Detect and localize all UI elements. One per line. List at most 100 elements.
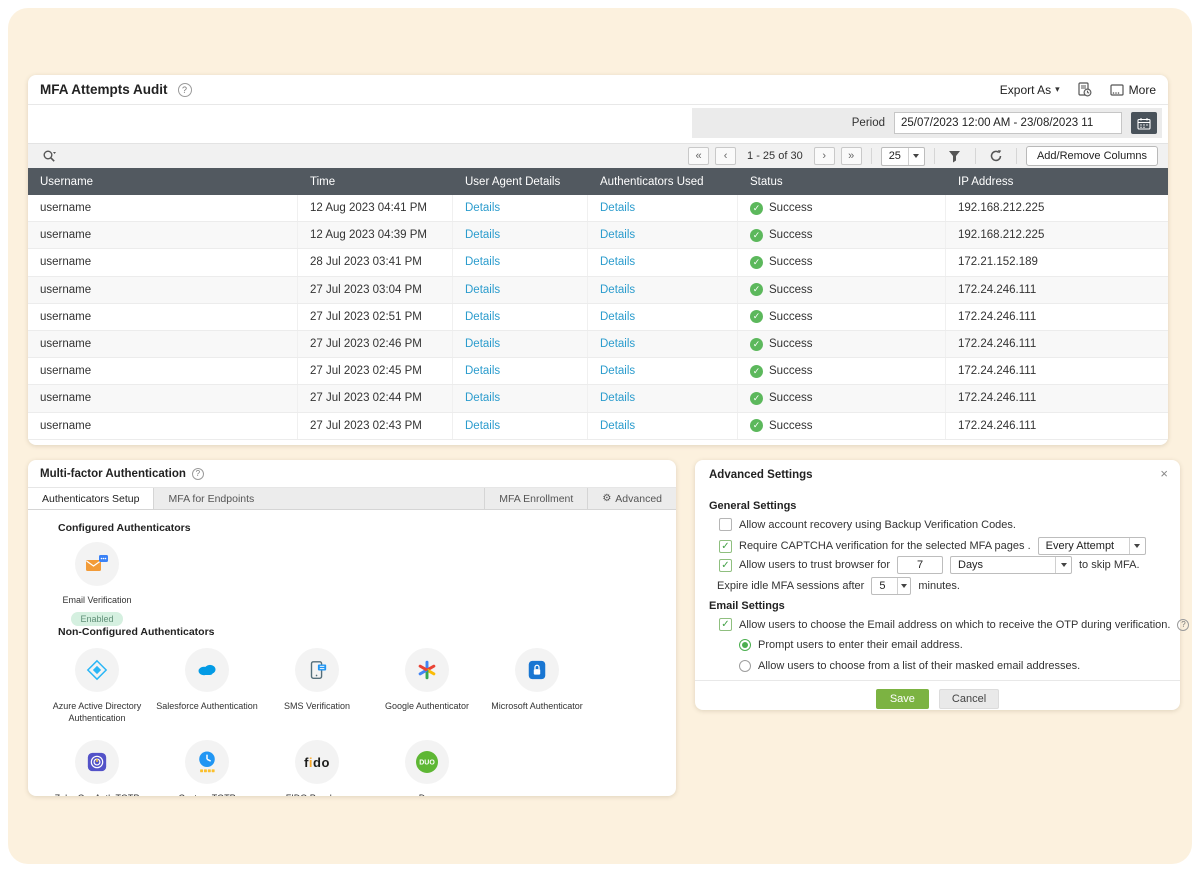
tab-advanced[interactable]: ⚙ Advanced — [587, 488, 676, 509]
cell-status: Success — [738, 195, 946, 221]
add-remove-columns-button[interactable]: Add/Remove Columns — [1026, 146, 1158, 166]
authenticators-used-details-link[interactable]: Details — [600, 256, 635, 268]
user-agent-details-link[interactable]: Details — [465, 229, 500, 241]
radio-prompt-email[interactable] — [739, 639, 751, 651]
filter-icon[interactable] — [944, 147, 966, 165]
authenticator-name: Custom TOTP Authenticator — [152, 792, 262, 796]
authenticator-tile-sms[interactable]: SMS Verification — [262, 648, 372, 724]
save-button[interactable]: Save — [876, 689, 929, 709]
user-agent-details-link[interactable]: Details — [465, 284, 500, 296]
checkbox-captcha[interactable] — [719, 540, 732, 553]
cell-ip-address: 172.24.246.111 — [946, 385, 1168, 411]
trust-days-input[interactable]: 7 — [897, 556, 943, 574]
authenticator-tile-microsoft-authenticator[interactable]: Microsoft Authenticator — [482, 648, 592, 724]
user-agent-details-link[interactable]: Details — [465, 338, 500, 350]
last-page-button[interactable]: » — [841, 147, 862, 165]
authenticators-used-details-link[interactable]: Details — [600, 229, 635, 241]
column-header-ip[interactable]: IP Address — [946, 168, 1168, 195]
authenticator-tile-custom-totp[interactable]: Custom TOTP Authenticator — [152, 740, 262, 796]
cancel-button[interactable]: Cancel — [939, 689, 999, 709]
chevron-down-icon — [897, 578, 910, 594]
table-row[interactable]: username27 Jul 2023 02:43 PMDetailsDetai… — [28, 413, 1168, 440]
azure-ad-icon — [75, 648, 119, 692]
authenticators-used-details-link[interactable]: Details — [600, 420, 635, 432]
cell-authenticators-used: Details — [588, 304, 738, 330]
refresh-icon[interactable] — [985, 147, 1007, 165]
page-size-select[interactable]: 25 — [881, 147, 925, 166]
table-row[interactable]: username27 Jul 2023 02:46 PMDetailsDetai… — [28, 331, 1168, 358]
expire-minutes-select[interactable]: 5 — [871, 577, 911, 595]
prev-page-button[interactable]: ‹ — [715, 147, 736, 165]
authenticators-used-details-link[interactable]: Details — [600, 365, 635, 377]
user-agent-details-link[interactable]: Details — [465, 420, 500, 432]
table-row[interactable]: username27 Jul 2023 02:45 PMDetailsDetai… — [28, 358, 1168, 385]
tab-mfa-enrollment[interactable]: MFA Enrollment — [484, 488, 587, 509]
close-icon[interactable]: × — [1160, 466, 1168, 481]
cell-time: 27 Jul 2023 02:51 PM — [298, 304, 453, 330]
captcha-frequency-select[interactable]: Every Attempt — [1038, 537, 1146, 555]
table-row[interactable]: username27 Jul 2023 02:44 PMDetailsDetai… — [28, 385, 1168, 412]
cell-user-agent-details: Details — [453, 249, 588, 275]
checkbox-trust-browser[interactable] — [719, 559, 732, 572]
authenticator-tile-fido[interactable]: fidoFIDO Passkeys — [262, 740, 372, 796]
radio-masked-email[interactable] — [739, 660, 751, 672]
help-icon[interactable]: ? — [192, 468, 204, 480]
column-header-authenticators[interactable]: Authenticators Used — [588, 168, 738, 195]
help-icon[interactable]: ? — [178, 83, 192, 97]
authenticators-used-details-link[interactable]: Details — [600, 338, 635, 350]
gear-icon: ⚙ — [602, 493, 611, 504]
column-header-user-agent[interactable]: User Agent Details — [453, 168, 588, 195]
authenticators-used-details-link[interactable]: Details — [600, 392, 635, 404]
next-page-button[interactable]: › — [814, 147, 835, 165]
user-agent-details-link[interactable]: Details — [465, 202, 500, 214]
success-check-icon — [750, 338, 763, 351]
export-as-button[interactable]: Export As ▾ — [1000, 83, 1060, 97]
user-agent-details-link[interactable]: Details — [465, 365, 500, 377]
help-icon[interactable]: ? — [1177, 619, 1189, 631]
more-icon — [1110, 84, 1124, 96]
pagination-range: 1 - 25 of 30 — [747, 150, 803, 162]
cell-user-agent-details: Details — [453, 358, 588, 384]
authenticator-tile-zoho-oneauth[interactable]: Zoho OneAuth TOTP — [42, 740, 152, 796]
authenticator-name: Salesforce Authentication — [156, 700, 258, 712]
table-row[interactable]: username27 Jul 2023 03:04 PMDetailsDetai… — [28, 277, 1168, 304]
cell-user-agent-details: Details — [453, 413, 588, 439]
authenticators-used-details-link[interactable]: Details — [600, 284, 635, 296]
user-agent-details-link[interactable]: Details — [465, 256, 500, 268]
scheduled-report-icon[interactable] — [1074, 81, 1096, 99]
authenticator-tile-google-authenticator[interactable]: Google Authenticator — [372, 648, 482, 724]
authenticator-tile-email-verification[interactable]: Email VerificationEnabled — [42, 542, 152, 626]
authenticator-tile-duo[interactable]: DUODuo — [372, 740, 482, 796]
tab-authenticators-setup[interactable]: Authenticators Setup — [28, 488, 154, 509]
cell-status: Success — [738, 222, 946, 248]
user-agent-details-link[interactable]: Details — [465, 311, 500, 323]
authenticator-name: Duo — [419, 792, 436, 796]
trust-unit-select[interactable]: Days — [950, 556, 1072, 574]
cell-authenticators-used: Details — [588, 195, 738, 221]
tab-mfa-for-endpoints[interactable]: MFA for Endpoints — [154, 488, 268, 509]
more-button[interactable]: More — [1110, 83, 1156, 97]
table-row[interactable]: username27 Jul 2023 02:51 PM Details Detai… — [28, 304, 1168, 331]
table-row[interactable]: username28 Jul 2023 03:41 PMDetailsDetai… — [28, 249, 1168, 276]
checkbox-email-choice[interactable] — [719, 618, 732, 631]
authenticators-used-details-link[interactable]: Details — [600, 202, 635, 214]
column-header-username[interactable]: Username — [28, 168, 298, 195]
column-header-time[interactable]: Time — [298, 168, 453, 195]
mfa-attempts-audit-panel: MFA Attempts Audit ? Export As ▾ More — [28, 75, 1168, 445]
period-range-input[interactable]: 25/07/2023 12:00 AM - 23/08/2023 11 — [894, 112, 1122, 134]
divider — [934, 148, 935, 164]
cell-time: 27 Jul 2023 02:44 PM — [298, 385, 453, 411]
cell-username: username — [28, 304, 298, 330]
column-header-status[interactable]: Status — [738, 168, 946, 195]
calendar-button[interactable] — [1131, 112, 1157, 134]
authenticators-used-details-link[interactable]: Details — [600, 311, 635, 323]
checkbox-backup-codes[interactable] — [719, 518, 732, 531]
user-agent-details-link[interactable]: Details — [465, 392, 500, 404]
table-row[interactable]: username12 Aug 2023 04:39 PMDetailsDetai… — [28, 222, 1168, 249]
first-page-button[interactable]: « — [688, 147, 709, 165]
authenticator-tile-salesforce[interactable]: Salesforce Authentication — [152, 648, 262, 724]
authenticator-tile-azure-ad[interactable]: Azure Active Directory Authentication — [42, 648, 152, 724]
table-row[interactable]: username12 Aug 2023 04:41 PMDetailsDetai… — [28, 195, 1168, 222]
search-icon[interactable] — [38, 147, 60, 165]
cell-authenticators-used: Details — [588, 413, 738, 439]
